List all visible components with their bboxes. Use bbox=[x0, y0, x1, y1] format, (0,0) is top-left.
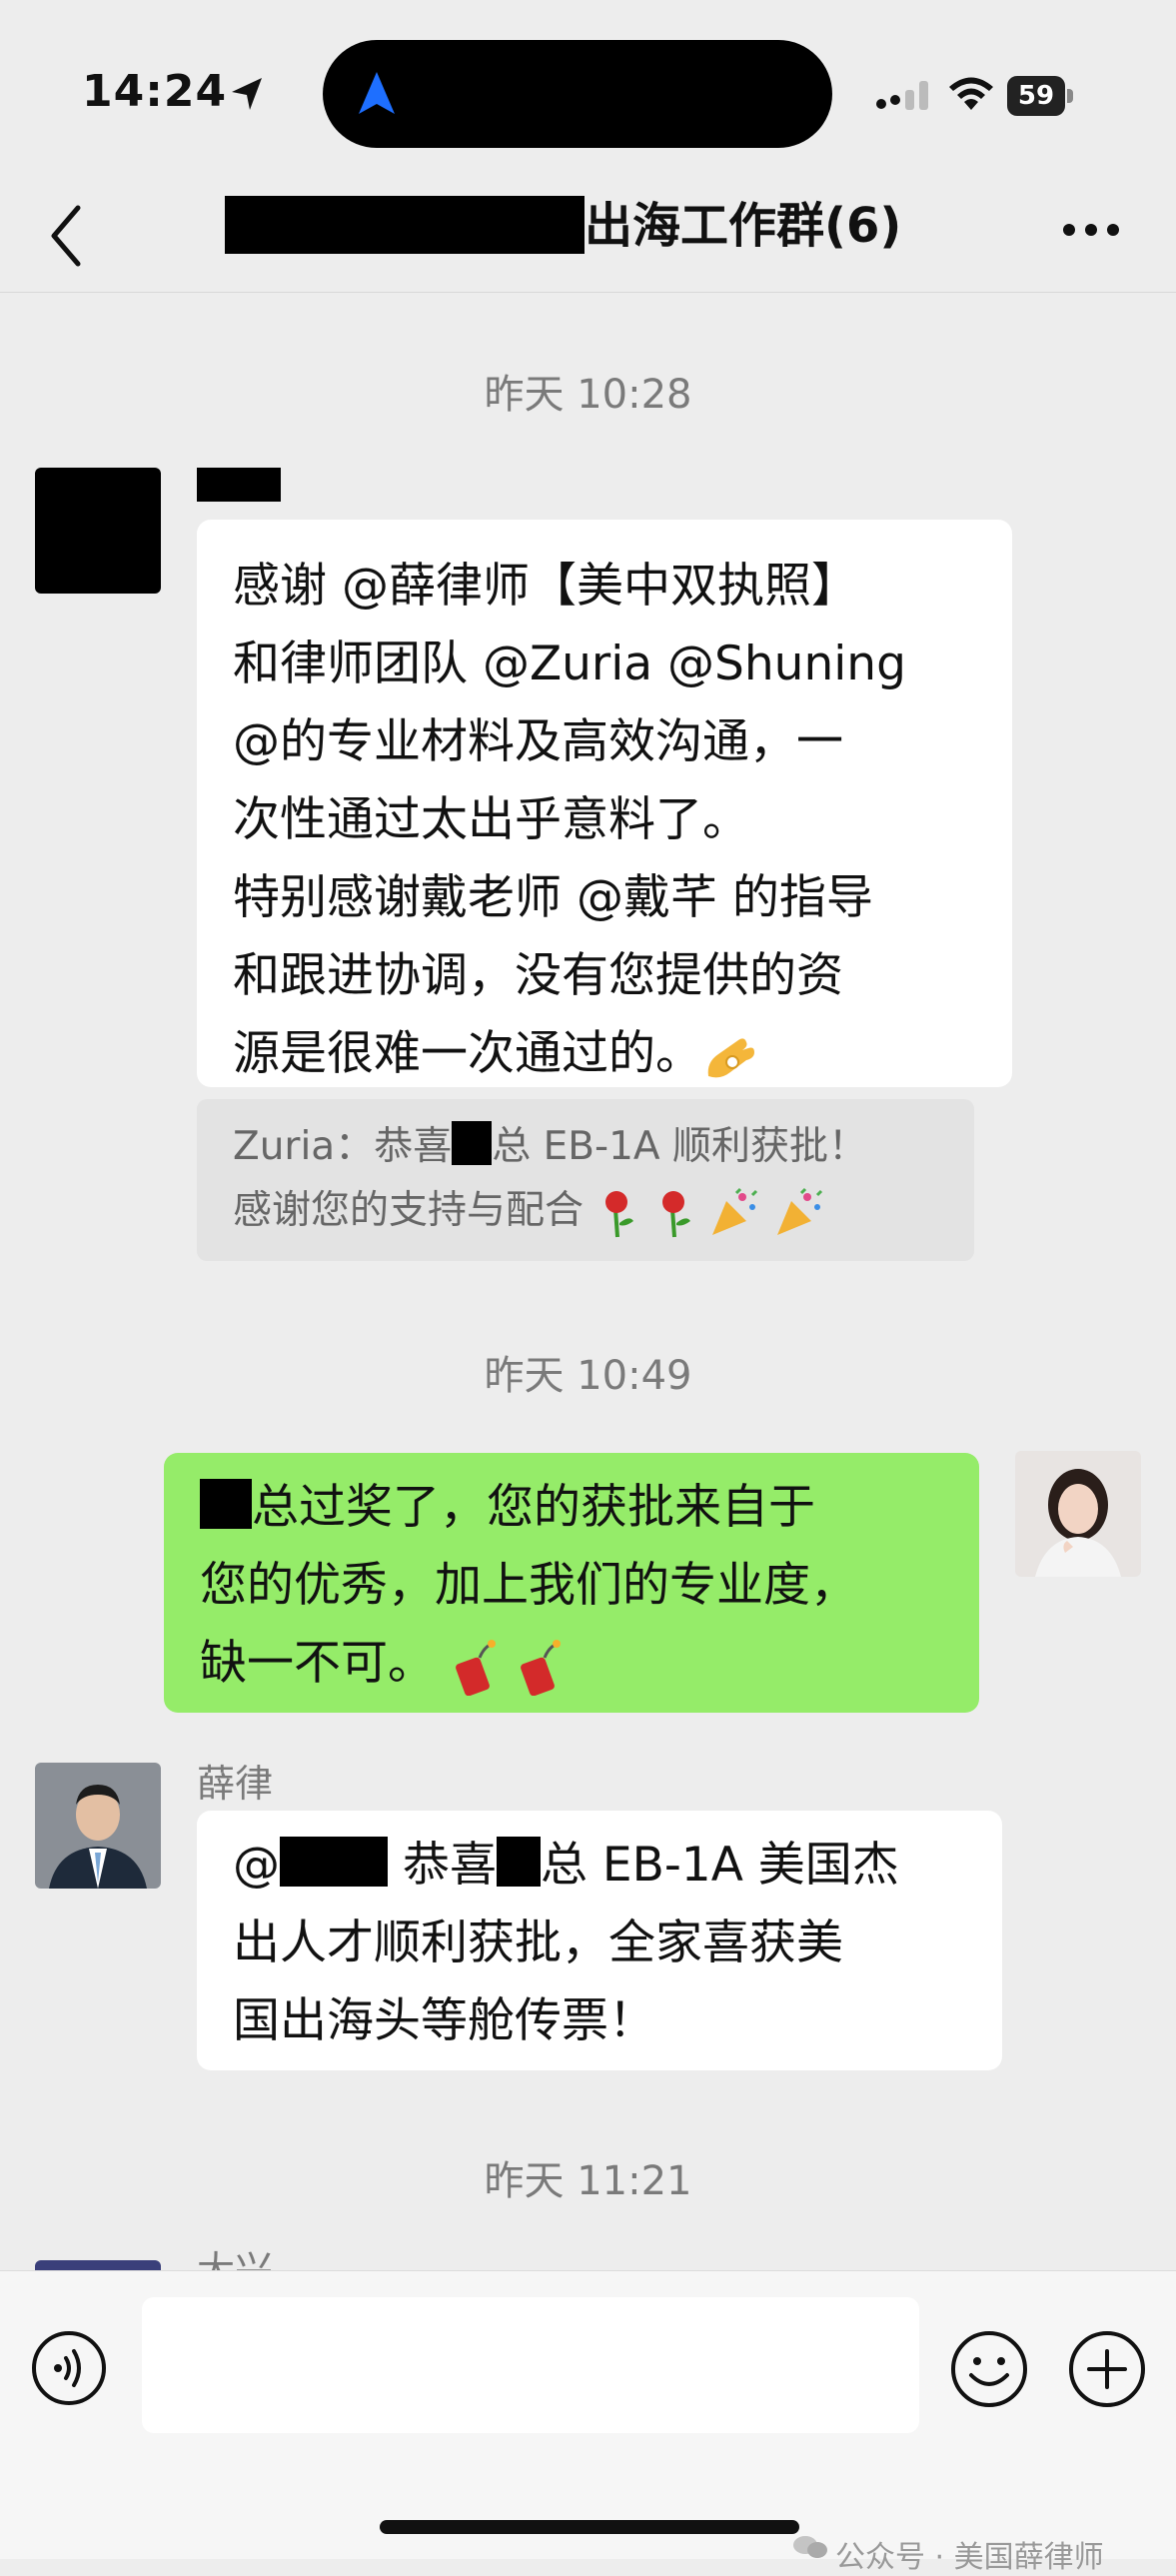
timestamp: 昨天 10:28 bbox=[484, 372, 692, 418]
location-arrow-icon bbox=[232, 78, 262, 110]
wechat-logo-icon bbox=[793, 2536, 827, 2558]
back-chevron-icon[interactable] bbox=[46, 204, 86, 268]
sender-name-partial: 大兴 bbox=[197, 2248, 274, 2270]
plus-icon[interactable] bbox=[1067, 2329, 1147, 2409]
message-line: 您的优秀，加上我们的专业度， bbox=[200, 1558, 857, 1613]
ok-hand-emoji bbox=[707, 1037, 754, 1077]
wifi-icon bbox=[949, 77, 993, 110]
avatar-partial[interactable] bbox=[35, 2260, 161, 2270]
timestamp: 昨天 11:21 bbox=[484, 2158, 692, 2204]
message-bubble-self[interactable]: 总过奖了，您的获批来自于 您的优秀，加上我们的专业度， 缺一不可。 bbox=[164, 1453, 979, 1713]
chat-title: 出海工作群(6) bbox=[585, 198, 902, 254]
party-popper-emoji bbox=[712, 1187, 758, 1235]
message-line: 感谢 @薛律师【美中双执照】 bbox=[233, 559, 858, 614]
message-line: 特别感谢戴老师 @戴芊 的指导 bbox=[233, 870, 873, 925]
more-dots-icon[interactable] bbox=[1061, 220, 1121, 240]
watermark-text: 公众号 · 美国薛律师 bbox=[835, 2540, 1104, 2575]
rose-emoji bbox=[605, 1190, 634, 1237]
battery-indicator: 59 bbox=[1007, 76, 1073, 116]
message-line: 次性通过太出乎意料了。 bbox=[233, 792, 749, 847]
message-bubble[interactable]: 感谢 @薛律师【美中双执照】 和律师团队 @Zuria @Shuning @的专… bbox=[197, 520, 1012, 1087]
self-avatar[interactable] bbox=[1015, 1451, 1141, 1577]
sender-name-redaction bbox=[197, 468, 281, 502]
message-line: 和跟进协调，没有您提供的资 bbox=[233, 948, 843, 1003]
status-bar: 14:24 59 bbox=[0, 0, 1176, 190]
message-line: 总过奖了，您的获批来自于 bbox=[252, 1480, 815, 1535]
message-line: 国出海头等舱传票！ bbox=[233, 1993, 655, 2048]
cellular-signal-icon bbox=[876, 81, 928, 110]
sender-name: 薛律 bbox=[197, 1762, 274, 1806]
firecracker-emoji bbox=[456, 1639, 496, 1696]
navigation-arrow-icon bbox=[359, 72, 395, 114]
message-line: 出人才顺利获批，全家喜获美 bbox=[233, 1916, 843, 1970]
nav-bar: 出海工作群(6) bbox=[0, 180, 1176, 293]
message-line: 源是很难一次通过的。 bbox=[233, 1026, 702, 1081]
name-redaction bbox=[280, 1837, 388, 1887]
timestamp: 昨天 10:49 bbox=[484, 1353, 692, 1399]
battery-level: 59 bbox=[1007, 76, 1065, 116]
party-popper-emoji bbox=[776, 1187, 822, 1235]
avatar-xue[interactable] bbox=[35, 1763, 161, 1889]
input-bar bbox=[0, 2270, 1176, 2559]
message-input[interactable] bbox=[142, 2297, 919, 2433]
avatar-redacted[interactable] bbox=[35, 468, 161, 594]
message-line: @ bbox=[233, 1838, 280, 1893]
message-bubble[interactable]: @ 恭喜总 EB-1A 美国杰 出人才顺利获批，全家喜获美 国出海头等舱传票！ bbox=[197, 1811, 1002, 2070]
emoji-icon[interactable] bbox=[949, 2329, 1029, 2409]
dynamic-island bbox=[323, 40, 832, 148]
name-redaction bbox=[200, 1479, 252, 1529]
rose-emoji bbox=[661, 1190, 690, 1237]
battery-tip bbox=[1067, 89, 1073, 103]
voice-icon[interactable] bbox=[30, 2329, 108, 2407]
name-redaction bbox=[496, 1837, 541, 1887]
group-name-redaction bbox=[225, 196, 585, 254]
message-line: 缺一不可。 bbox=[200, 1636, 435, 1691]
quote-text: 总 EB-1A 顺利获批！ bbox=[492, 1124, 867, 1169]
status-time: 14:24 bbox=[82, 66, 228, 117]
quote-text: 感谢您的支持与配合 bbox=[233, 1188, 585, 1233]
message-line: 总 EB-1A 美国杰 bbox=[540, 1838, 899, 1893]
quoted-reply[interactable]: Zuria：恭喜总 EB-1A 顺利获批！ 感谢您的支持与配合 bbox=[197, 1099, 974, 1261]
home-indicator bbox=[380, 2520, 799, 2534]
quote-text: Zuria：恭喜 bbox=[233, 1124, 453, 1169]
firecracker-emoji bbox=[521, 1639, 561, 1696]
message-line: @的专业材料及高效沟通，一 bbox=[233, 714, 843, 769]
message-line: 和律师团队 @Zuria @Shuning bbox=[233, 637, 906, 691]
message-line: 恭喜 bbox=[388, 1838, 497, 1893]
name-redaction bbox=[452, 1121, 493, 1165]
